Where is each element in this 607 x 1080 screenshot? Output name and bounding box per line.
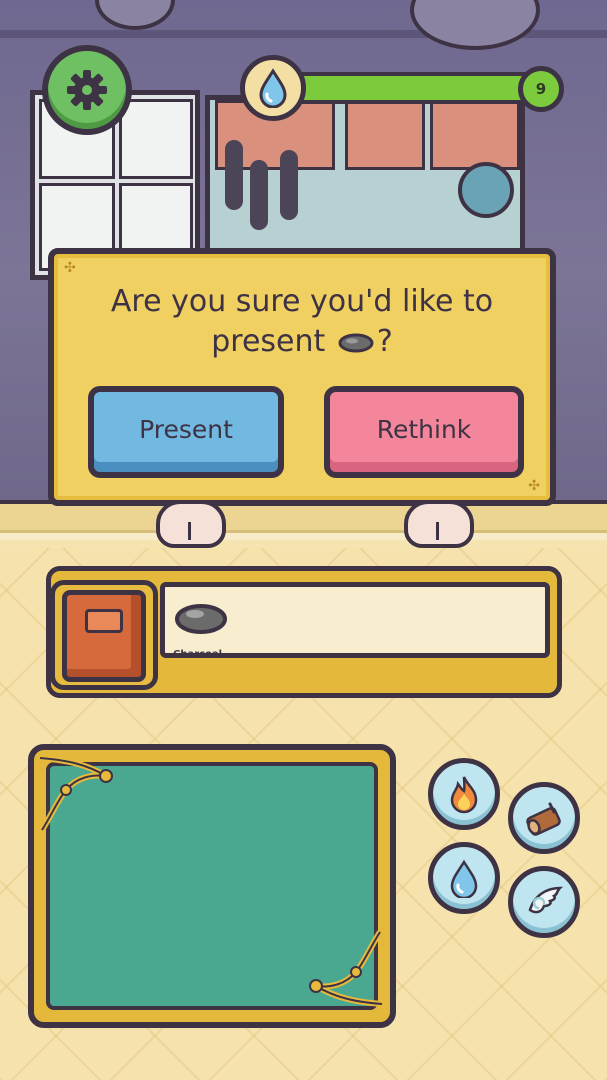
charcoal-icon — [175, 604, 227, 634]
wood-element-button[interactable] — [508, 782, 580, 854]
mana-drop-badge — [240, 55, 306, 121]
recipe-book-button[interactable] — [62, 590, 146, 682]
hanging-herbs — [250, 160, 268, 230]
hanging-herbs — [225, 140, 243, 210]
air-element-button[interactable] — [508, 866, 580, 938]
curtain — [345, 100, 425, 170]
dialog-corner-ornament: ✣ — [64, 260, 76, 276]
dialog-corner-ornament: ✣ — [528, 478, 540, 494]
fire-element-button[interactable] — [428, 758, 500, 830]
mana-bar-fill — [284, 76, 539, 100]
fire-icon — [450, 776, 478, 814]
dialog-question-line2: present ? — [74, 322, 530, 362]
wing-icon — [528, 886, 564, 914]
rethink-button[interactable]: Rethink — [324, 386, 524, 478]
water-drop-icon — [259, 68, 287, 108]
counter-edge — [0, 530, 607, 540]
cat-paw-left — [156, 500, 226, 548]
curtain — [430, 100, 520, 170]
dialog-question: Are you sure you'd like to present ? — [74, 282, 530, 362]
water-drop-icon — [450, 859, 478, 898]
mana-level-count: 9 — [518, 66, 564, 112]
dialog-question-verb: present — [211, 324, 326, 359]
dialog-question-mark: ? — [376, 324, 393, 359]
mana-bar — [280, 72, 550, 104]
lamp-decoration — [458, 162, 514, 218]
charcoal-icon — [338, 333, 374, 352]
inventory-item-strip[interactable]: Charcoal — [160, 582, 550, 660]
gear-icon — [67, 70, 107, 110]
water-element-button[interactable] — [428, 842, 500, 914]
inventory-item[interactable]: Charcoal — [171, 595, 231, 660]
wood-log-icon — [526, 802, 561, 836]
board-corner-ornament — [39, 755, 113, 832]
present-button[interactable]: Present — [88, 386, 284, 478]
cat-paw-right — [404, 500, 474, 548]
inventory-item-name: Charcoal — [173, 649, 223, 660]
settings-button[interactable] — [42, 45, 132, 135]
board-corner-ornament — [309, 930, 383, 1007]
recipe-book-icon — [85, 609, 123, 633]
hanging-herbs — [280, 150, 298, 220]
present-confirm-dialog: ✣ ✣ Are you sure you'd like to present ?… — [48, 248, 556, 506]
dialog-question-line1: Are you sure you'd like to — [110, 284, 494, 319]
